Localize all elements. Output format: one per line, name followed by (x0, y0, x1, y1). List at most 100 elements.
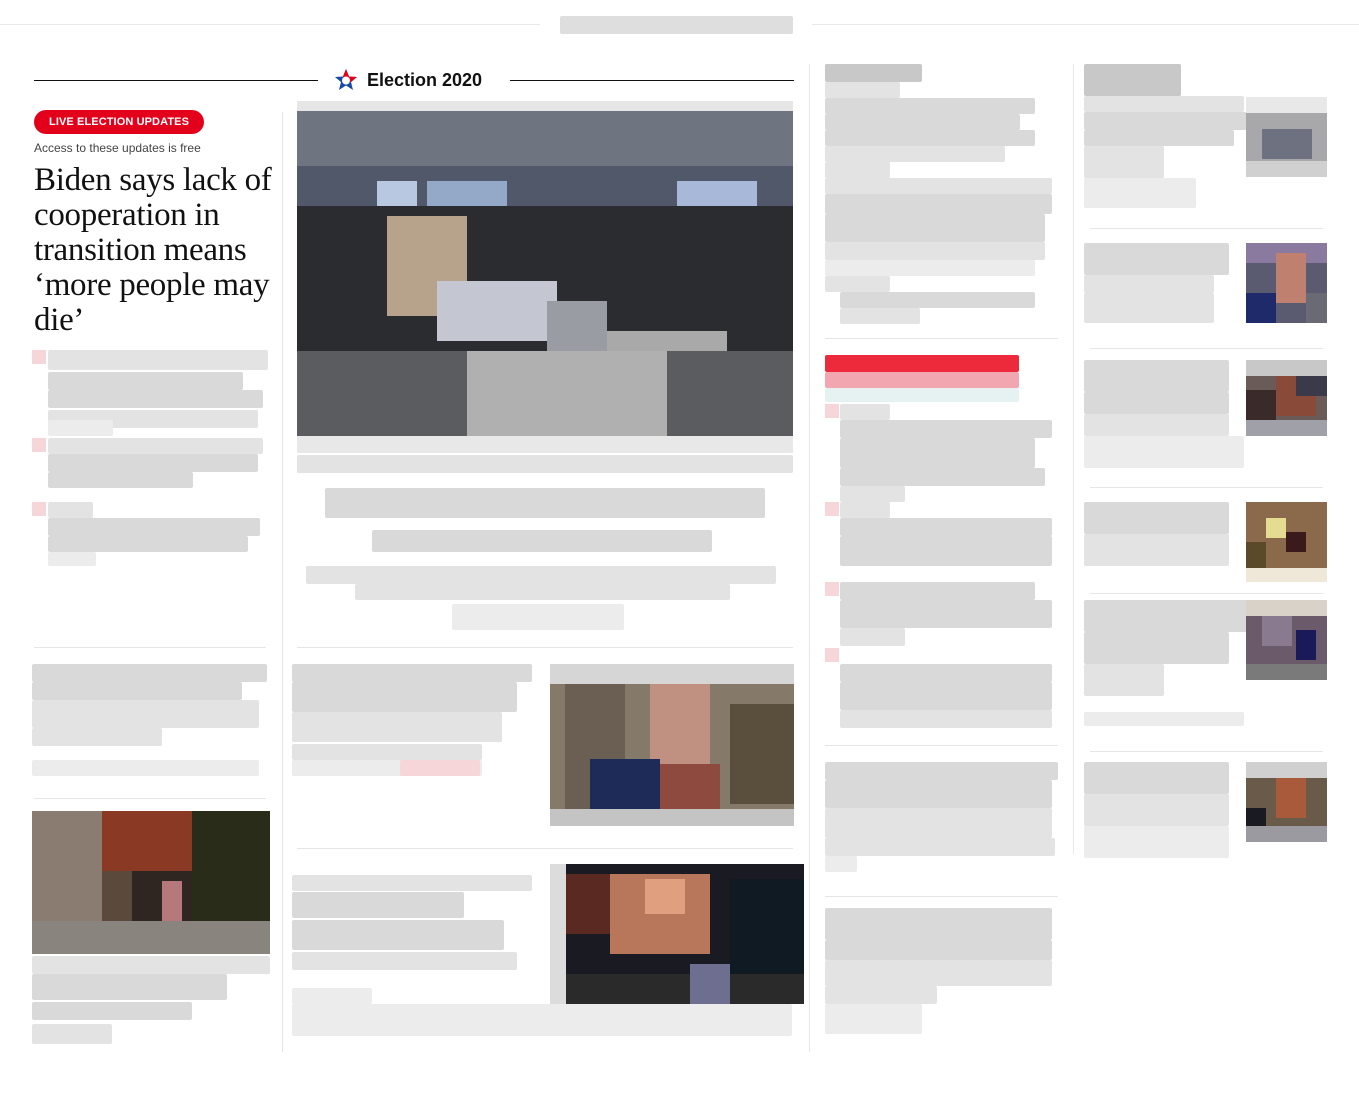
blurred-text[interactable] (1084, 96, 1244, 112)
blurred-text[interactable] (840, 486, 905, 502)
blurred-bullet-text[interactable] (48, 518, 260, 536)
blurred-story-text[interactable] (825, 940, 1052, 960)
blurred-text[interactable] (825, 146, 1005, 162)
election-star-icon[interactable] (334, 68, 358, 92)
blurred-story-text[interactable] (32, 682, 242, 700)
blurred-story-text[interactable] (292, 682, 517, 712)
blurred-story-text[interactable] (825, 838, 1055, 856)
blurred-text[interactable] (840, 292, 1035, 308)
blurred-text[interactable] (1084, 275, 1214, 293)
blurred-story-text[interactable] (292, 712, 502, 742)
live-updates-badge[interactable]: LIVE ELECTION UPDATES (34, 110, 205, 134)
blurred-text[interactable] (1084, 243, 1229, 275)
blurred-story-text[interactable] (825, 808, 1052, 838)
blurred-text[interactable] (825, 178, 1052, 194)
blurred-text[interactable] (1084, 293, 1214, 323)
blurred-text[interactable] (1084, 414, 1229, 436)
blurred-main-headline[interactable] (372, 530, 712, 552)
blurred-story-text[interactable] (825, 780, 1052, 808)
blurred-text[interactable] (825, 82, 900, 98)
blurred-bullet-text[interactable] (48, 536, 248, 552)
blurred-story-text[interactable] (32, 956, 270, 974)
blurred-bullet-text[interactable] (48, 438, 263, 454)
blurred-story-text[interactable] (32, 1024, 112, 1044)
main-story-image[interactable] (297, 101, 793, 453)
blurred-story-text[interactable] (292, 920, 504, 950)
blurred-bullet-text[interactable] (48, 454, 258, 472)
blurred-text[interactable] (825, 194, 1052, 214)
thumbnail-image[interactable] (1246, 243, 1327, 323)
blurred-bullet-text[interactable] (48, 350, 268, 370)
thumbnail-image[interactable] (1246, 360, 1327, 436)
story-image[interactable] (32, 811, 270, 954)
blurred-text[interactable] (1084, 534, 1229, 566)
blurred-text[interactable] (840, 536, 1052, 566)
blurred-text[interactable] (840, 420, 1052, 438)
top-nav-blurred-text[interactable] (560, 16, 793, 34)
blurred-text[interactable] (1084, 112, 1249, 130)
blurred-story-text[interactable] (825, 960, 1052, 986)
blurred-text[interactable] (840, 308, 920, 324)
blurred-story-text[interactable] (292, 1004, 792, 1036)
blurred-red-label[interactable] (825, 355, 1019, 372)
blurred-text[interactable] (825, 98, 1035, 114)
blurred-text[interactable] (1084, 146, 1164, 178)
blurred-text[interactable] (1084, 392, 1229, 414)
blurred-text[interactable] (840, 710, 1052, 728)
blurred-text[interactable] (1084, 712, 1244, 726)
blurred-red-label[interactable] (825, 372, 1019, 388)
thumbnail-image[interactable] (1246, 762, 1327, 842)
blurred-text[interactable] (1084, 130, 1234, 146)
thumbnail-image[interactable] (1246, 600, 1327, 680)
blurred-text[interactable] (825, 162, 890, 178)
blurred-story-text[interactable] (32, 760, 259, 776)
blurred-story-text[interactable] (32, 1002, 192, 1020)
blurred-text[interactable] (1084, 600, 1249, 632)
lead-headline[interactable]: Biden says lack of cooperation in transi… (34, 163, 274, 338)
blurred-text[interactable] (825, 242, 1045, 260)
blurred-story-text[interactable] (825, 908, 1052, 940)
blurred-text[interactable] (825, 214, 1045, 242)
story-image[interactable] (550, 664, 794, 826)
blurred-text[interactable] (840, 438, 1035, 468)
blurred-story-text[interactable] (825, 762, 1058, 780)
blurred-story-text[interactable] (825, 856, 857, 872)
thumbnail-image[interactable] (1246, 97, 1327, 177)
blurred-text[interactable] (840, 628, 905, 646)
blurred-text[interactable] (840, 518, 1052, 536)
blurred-story-text[interactable] (825, 986, 937, 1004)
blurred-story-text[interactable] (825, 1004, 922, 1034)
blurred-story-text[interactable] (292, 664, 532, 682)
section-title[interactable]: Election 2020 (367, 70, 482, 91)
thumbnail-image[interactable] (1246, 502, 1327, 582)
blurred-story-text[interactable] (32, 700, 259, 728)
blurred-story-text[interactable] (32, 664, 267, 682)
blurred-story-text[interactable] (292, 875, 532, 891)
blurred-heading[interactable] (825, 64, 922, 82)
blurred-story-text[interactable] (292, 952, 517, 970)
blurred-text[interactable] (1084, 664, 1164, 696)
blurred-text[interactable] (825, 260, 1035, 276)
blurred-bullet-text[interactable] (48, 420, 113, 436)
blurred-text[interactable] (840, 502, 890, 518)
blurred-text[interactable] (840, 404, 890, 420)
blurred-label[interactable] (400, 760, 480, 776)
blurred-main-headline[interactable] (325, 488, 765, 518)
blurred-bullet-text[interactable] (48, 372, 243, 390)
blurred-bullet-text[interactable] (48, 502, 93, 518)
blurred-text[interactable] (840, 682, 1052, 710)
blurred-text[interactable] (840, 664, 1052, 682)
blurred-text[interactable] (1084, 794, 1229, 826)
story-image[interactable] (550, 864, 804, 1004)
blurred-text[interactable] (840, 582, 1035, 600)
blurred-text[interactable] (825, 114, 1020, 130)
blurred-heading[interactable] (1084, 64, 1181, 96)
blurred-text[interactable] (825, 276, 890, 292)
blurred-text[interactable] (840, 600, 1052, 628)
blurred-text[interactable] (1084, 178, 1196, 208)
blurred-bullet-text[interactable] (48, 472, 193, 488)
blurred-text[interactable] (1084, 360, 1229, 392)
blurred-text[interactable] (1084, 762, 1229, 794)
blurred-story-text[interactable] (32, 728, 162, 746)
blurred-text[interactable] (1084, 632, 1229, 664)
